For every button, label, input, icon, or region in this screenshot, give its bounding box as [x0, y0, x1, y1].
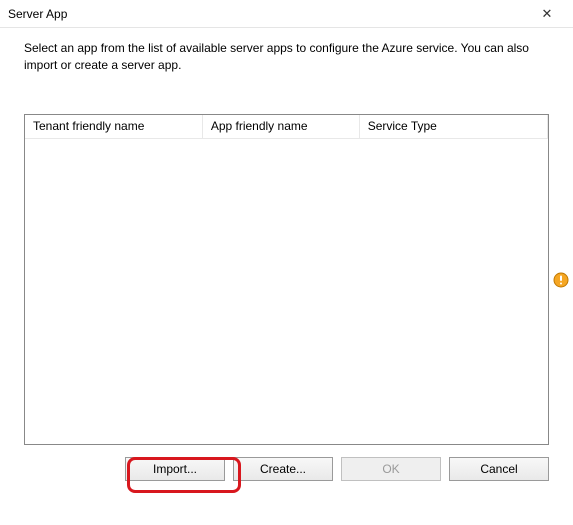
title-bar: Server App ✕: [0, 0, 573, 28]
close-icon: ✕: [542, 6, 553, 22]
import-button[interactable]: Import...: [125, 457, 225, 481]
column-service-type[interactable]: Service Type: [360, 115, 548, 138]
ok-button[interactable]: OK: [341, 457, 441, 481]
server-app-list[interactable]: Tenant friendly name App friendly name S…: [24, 114, 549, 445]
instruction-text: Select an app from the list of available…: [0, 28, 573, 74]
dialog-button-row: Import... Create... OK Cancel: [0, 457, 573, 487]
window-title: Server App: [8, 7, 67, 21]
column-tenant-friendly-name[interactable]: Tenant friendly name: [25, 115, 203, 138]
list-header: Tenant friendly name App friendly name S…: [25, 115, 548, 139]
close-button[interactable]: ✕: [527, 2, 567, 26]
list-body: [25, 139, 548, 444]
validation-warning-icon: [553, 272, 569, 288]
create-button[interactable]: Create...: [233, 457, 333, 481]
cancel-button[interactable]: Cancel: [449, 457, 549, 481]
column-app-friendly-name[interactable]: App friendly name: [203, 115, 360, 138]
